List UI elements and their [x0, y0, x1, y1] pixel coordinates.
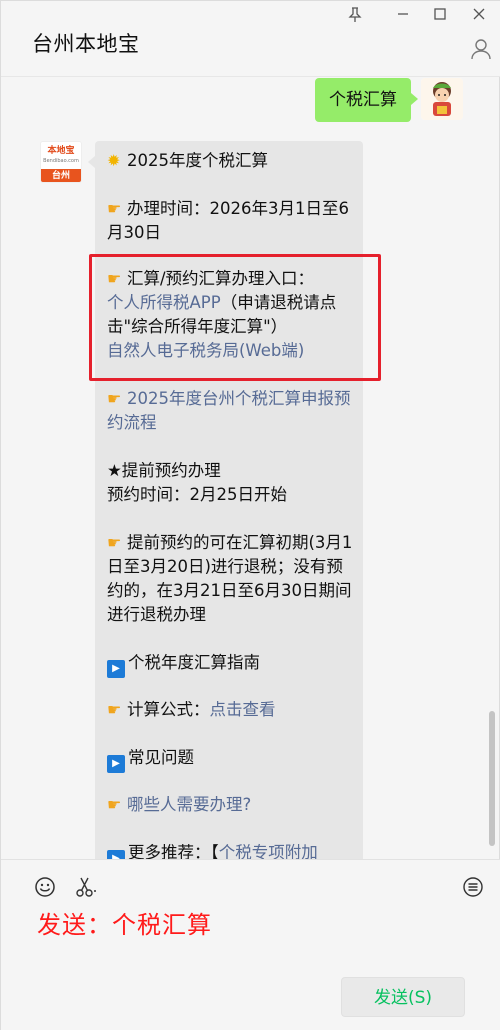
- formula-label: 计算公式：: [127, 700, 210, 719]
- message-input-text[interactable]: 发送：个税汇算: [37, 905, 212, 940]
- formula-link[interactable]: 点击查看: [210, 700, 276, 719]
- chat-history-icon[interactable]: [462, 876, 484, 898]
- close-icon[interactable]: [468, 7, 490, 27]
- title-bar: 台州本地宝: [1, 1, 500, 77]
- msg-title-line: ✹ 2025年度个税汇算: [107, 149, 357, 173]
- appointment-process-link[interactable]: 2025年度台州个税汇算申报预约流程: [107, 389, 351, 432]
- msg-time-line: ☛ 办理时间：2026年3月1日至6月30日: [107, 197, 357, 245]
- chat-window: 台州本地宝 个税汇算 本地宝 Bendibao.com 台州 ✹ 2025年度个…: [0, 0, 500, 1030]
- advance-title: ★提前预约办理: [107, 461, 221, 480]
- maximize-icon[interactable]: [429, 7, 451, 27]
- bot-avatar-site: Bendibao.com: [43, 158, 79, 164]
- incoming-message-bubble[interactable]: ✹ 2025年度个税汇算 ☛ 办理时间：2026年3月1日至6月30日 ☛ 汇算/预约…: [88, 141, 363, 859]
- outgoing-message-text: 个税汇算: [329, 90, 397, 110]
- minimize-icon[interactable]: [392, 7, 414, 27]
- pointing-hand-icon: ☛: [107, 389, 122, 408]
- msg-more-line: ▶ 更多推荐：【个税专项附加: [107, 841, 357, 859]
- pin-icon[interactable]: [344, 7, 366, 27]
- pointing-hand-icon: ☛: [107, 533, 122, 552]
- highlight-annotation-box: [89, 254, 381, 381]
- message-list[interactable]: 个税汇算 本地宝 Bendibao.com 台州 ✹ 2025年度个税汇算 ☛ …: [1, 78, 500, 859]
- chat-title: 台州本地宝: [32, 32, 140, 56]
- scrollbar-thumb[interactable]: [489, 711, 495, 846]
- msg-who-line: ☛ 哪些人需要办理?: [107, 793, 357, 817]
- tax-deduction-link[interactable]: 个税专项附加: [219, 843, 318, 859]
- play-icon: ▶: [107, 660, 125, 678]
- play-icon: ▶: [107, 850, 125, 859]
- msg-formula-line: ☛ 计算公式：点击查看: [107, 698, 357, 722]
- pointing-hand-icon: ☛: [107, 700, 122, 719]
- who-needs-link[interactable]: 哪些人需要办理?: [127, 795, 251, 814]
- send-button[interactable]: 发送(S): [341, 977, 465, 1017]
- advance-time: 预约时间：2月25日开始: [107, 485, 287, 504]
- msg-process-line: ☛ 2025年度台州个税汇算申报预约流程: [107, 387, 357, 435]
- screenshot-scissors-icon[interactable]: [74, 876, 96, 898]
- msg-faq-line: ▶ 常见问题: [107, 746, 357, 773]
- guide-text: 个税年度汇算指南: [128, 653, 260, 672]
- more-label: 更多推荐：【: [128, 843, 219, 859]
- outgoing-message-bubble[interactable]: 个税汇算: [315, 78, 418, 122]
- bot-avatar-brand: 本地宝: [47, 146, 75, 156]
- play-icon: ▶: [107, 755, 125, 773]
- pointing-hand-icon: ☛: [107, 199, 122, 218]
- time-label: 办理时间：: [127, 199, 210, 218]
- msg-advance-block: ★提前预约办理 预约时间：2月25日开始: [107, 459, 357, 507]
- msg-title: 2025年度个税汇算: [127, 151, 268, 170]
- bot-avatar[interactable]: 本地宝 Bendibao.com 台州: [40, 141, 82, 183]
- bot-avatar-city: 台州: [41, 169, 81, 182]
- contact-profile-icon[interactable]: [469, 37, 493, 61]
- msg-guide-line: ▶ 个税年度汇算指南: [107, 651, 357, 678]
- faq-text: 常见问题: [128, 748, 194, 767]
- emoji-icon[interactable]: [34, 876, 56, 898]
- my-avatar[interactable]: [421, 78, 463, 120]
- pointing-hand-icon: ☛: [107, 795, 122, 814]
- advance-note: 提前预约的可在汇算初期(3月1日至3月20日)进行退税；没有预约的，在3月21日…: [107, 533, 353, 624]
- sun-icon: ✹: [107, 151, 121, 170]
- message-composer: 发送：个税汇算 发送(S): [1, 859, 500, 1030]
- bot-avatar-logo: 本地宝 Bendibao.com: [41, 142, 81, 169]
- msg-advance-note-line: ☛ 提前预约的可在汇算初期(3月1日至3月20日)进行退税；没有预约的，在3月21…: [107, 531, 357, 627]
